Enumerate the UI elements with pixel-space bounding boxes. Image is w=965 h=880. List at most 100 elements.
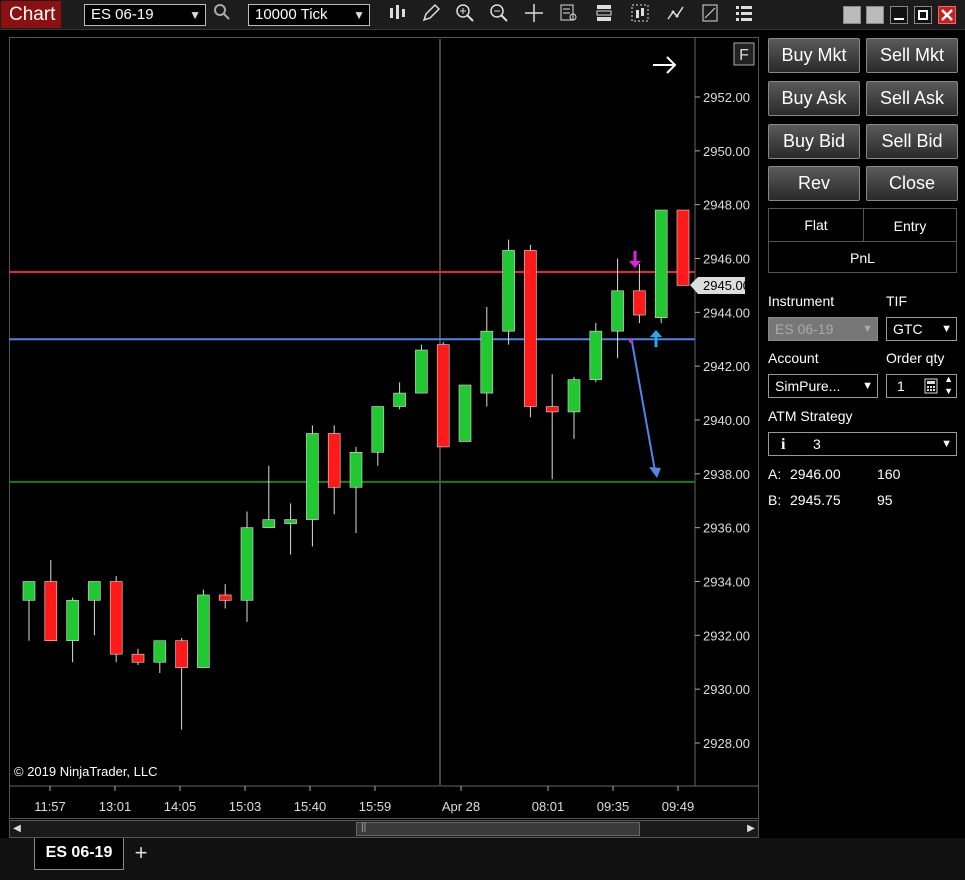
time-tick-label: 11:57 [34,799,66,814]
candlestick [197,589,210,668]
account-select[interactable]: SimPure... ▼ [768,374,878,398]
candlestick [218,584,232,609]
calculator-icon[interactable] [924,378,938,400]
price-tick-label: 2936.00 [703,521,750,536]
ask-price: 2946.00 [790,466,841,482]
data-box-icon[interactable] [557,3,581,27]
candle-body [654,209,668,319]
add-tab-button[interactable]: + [130,841,152,865]
candle-body [284,519,297,524]
price-tick-label: 2932.00 [703,628,750,643]
order-qty-stepper[interactable]: 1 ▲ ▼ [886,374,957,398]
close-window-button[interactable] [938,6,956,24]
candlestick [66,597,79,663]
price-chart[interactable]: 2952.00 2950.00 2948.00 2946.00 2944.00 2942.… [9,37,759,819]
drawing-tools-icon[interactable] [698,3,722,27]
window-color-button[interactable] [843,6,861,24]
candlestick [284,503,297,555]
zoom-in-icon[interactable] [453,3,477,27]
interval-selector-value: 10000 Tick [255,6,328,23]
candlestick [415,344,428,394]
indicators-icon[interactable] [664,3,688,27]
price-tick-label: 2952.00 [703,90,750,105]
buy-market-button[interactable]: Buy Mkt [768,38,860,73]
candle-body [611,290,624,332]
sell-bid-button[interactable]: Sell Bid [866,124,958,159]
candle-body [109,581,123,655]
candle-body [545,406,559,413]
candlestick [654,209,668,324]
price-tick-label: 2928.00 [703,736,750,751]
close-position-button[interactable]: Close [866,166,958,201]
candle-body [393,392,406,407]
strategies-icon[interactable] [628,3,652,27]
candle-body [524,250,537,407]
account-label: Account [768,350,819,366]
chevron-down-icon: ▼ [189,8,201,22]
order-qty-label: Order qty [886,350,945,366]
instrument-label: Instrument [768,293,835,309]
candlestick [327,425,341,515]
pnl-label: PnL [850,250,875,266]
bar-type-icon[interactable] [385,3,409,27]
properties-icon[interactable] [592,3,616,27]
pencil-icon[interactable] [419,3,443,27]
sell-ask-button[interactable]: Sell Ask [866,81,958,116]
buy-bid-button[interactable]: Buy Bid [768,124,860,159]
instrument-selector[interactable]: ES 06-19 ▼ [84,4,206,26]
price-tick-label: 2930.00 [703,682,750,697]
candlestick [524,245,537,418]
candle-body [502,250,515,332]
interval-selector[interactable]: 10000 Tick ▼ [248,4,370,26]
candle-body [153,640,167,663]
candlestick [262,465,276,528]
maximize-icon [918,10,928,20]
candle-body [175,640,188,668]
scroll-thumb[interactable]: || [356,822,640,836]
time-tick-label: 15:59 [359,799,392,814]
instrument-selector-value: ES 06-19 [91,6,154,23]
window-link-button[interactable] [866,6,884,24]
tif-select[interactable]: GTC ▼ [886,317,957,341]
candle-body [44,581,58,642]
atm-strategy-select[interactable]: i 3 ▼ [768,432,957,456]
chevron-down-icon: ▼ [941,438,952,450]
candle-body [306,433,319,520]
candle-body [131,653,145,663]
candle-body [633,290,646,316]
candlestick [131,648,145,665]
tab-es-06-19[interactable]: ES 06-19 [34,838,124,870]
candle-body [197,594,210,668]
chart-scrollbar[interactable]: ◀ || ▶ [9,820,759,838]
crosshair-icon[interactable] [522,3,546,27]
arrow-right-icon[interactable] [653,56,677,74]
price-tick-label: 2944.00 [703,305,750,320]
chevron-down-icon: ▼ [353,8,365,22]
candlestick [153,640,167,674]
candle-body [88,581,101,601]
reverse-button[interactable]: Rev [768,166,860,201]
price-tick-label: 2946.00 [703,252,750,267]
candlestick [393,382,406,410]
buy-ask-button[interactable]: Buy Ask [768,81,860,116]
candle-body [371,406,385,453]
scroll-left-icon[interactable]: ◀ [10,821,24,837]
chevron-down-icon: ▼ [862,380,873,392]
position-display: Flat Entry PnL [768,208,957,273]
maximize-button[interactable] [914,6,932,24]
scroll-right-icon[interactable]: ▶ [744,821,758,837]
candle-body [327,433,341,488]
sell-market-button[interactable]: Sell Mkt [866,38,958,73]
instrument-field-value: ES 06-19 [775,321,834,337]
price-tick-label: 2938.00 [703,467,750,482]
candle-body [415,349,428,394]
candlestick [545,374,559,480]
minimize-button[interactable] [890,6,908,24]
zoom-out-icon[interactable] [487,3,511,27]
spin-arrows-icon[interactable]: ▲ ▼ [944,373,953,397]
search-icon[interactable] [210,3,234,27]
candlestick [109,576,123,663]
candlestick [349,446,363,534]
order-panel-icon[interactable] [732,3,756,27]
ask-size: 160 [877,466,901,482]
